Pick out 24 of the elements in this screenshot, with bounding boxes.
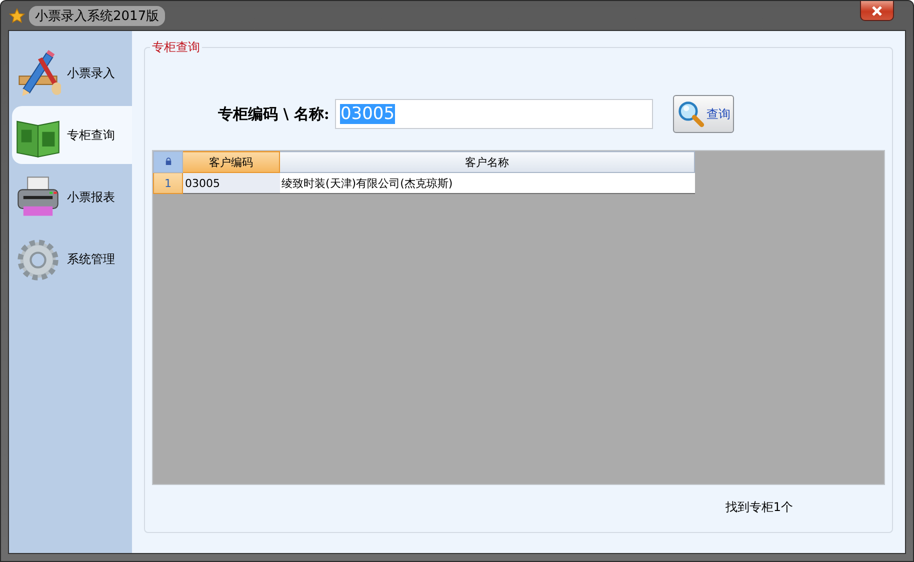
sidebar-item[interactable]: 专柜查询: [12, 106, 132, 164]
sidebar-label: 专柜查询: [67, 126, 115, 144]
result-count: 找到专柜1个: [725, 498, 793, 516]
sidebar-item[interactable]: 系统管理: [9, 230, 132, 288]
star-icon: [9, 8, 25, 24]
group-title: 专柜查询: [150, 39, 202, 56]
table-cell: 03005: [182, 172, 280, 194]
sidebar-label: 系统管理: [67, 250, 115, 268]
search-value: 03005: [340, 104, 395, 124]
row-number[interactable]: 1: [154, 172, 182, 194]
search-icon: [677, 100, 706, 128]
sidebar-item[interactable]: 小票录入: [9, 44, 132, 102]
close-button[interactable]: [860, 1, 894, 21]
search-button[interactable]: 查询: [673, 95, 734, 133]
sidebar-item[interactable]: 小票报表: [9, 168, 132, 226]
search-label: 专柜编码 \ 名称:: [218, 104, 330, 124]
sidebar-label: 小票录入: [67, 64, 115, 82]
column-header[interactable]: 客户名称: [280, 152, 694, 172]
sidebar-label: 小票报表: [67, 188, 115, 206]
close-icon: [871, 6, 883, 16]
column-header[interactable]: 客户编码: [182, 152, 280, 172]
window-title: 小票录入系统2017版: [29, 6, 166, 26]
table-cell: 绫致时装(天津)有限公司(杰克琼斯): [280, 172, 694, 194]
lock-icon: [164, 156, 172, 166]
